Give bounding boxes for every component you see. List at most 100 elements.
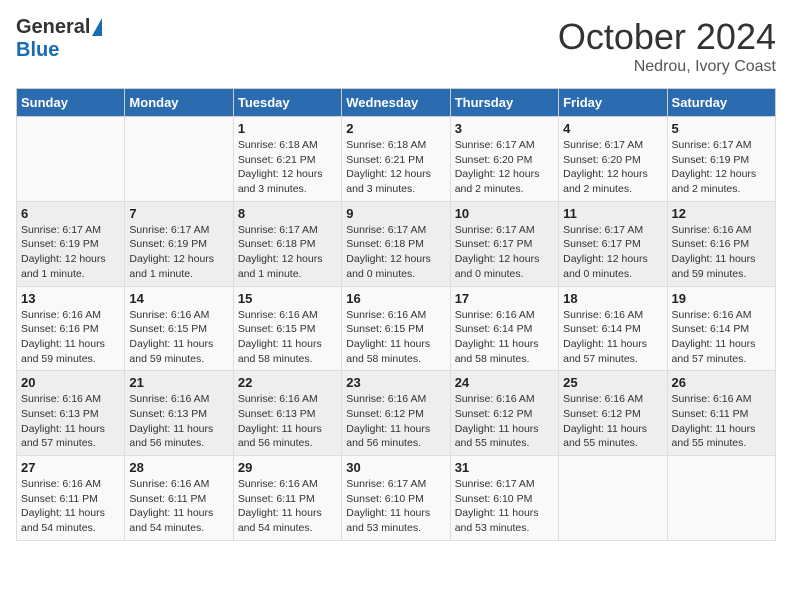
calendar-cell: 26 Sunrise: 6:16 AM Sunset: 6:11 PM Dayli… [667, 371, 775, 456]
day-number: 6 [21, 206, 120, 221]
day-info: Sunrise: 6:16 AM Sunset: 6:12 PM Dayligh… [455, 392, 554, 451]
day-number: 28 [129, 460, 228, 475]
day-info: Sunrise: 6:16 AM Sunset: 6:15 PM Dayligh… [129, 308, 228, 367]
location-subtitle: Nedrou, Ivory Coast [558, 58, 776, 76]
day-info: Sunrise: 6:16 AM Sunset: 6:11 PM Dayligh… [21, 477, 120, 536]
day-info: Sunrise: 6:17 AM Sunset: 6:10 PM Dayligh… [455, 477, 554, 536]
day-info: Sunrise: 6:16 AM Sunset: 6:11 PM Dayligh… [672, 392, 771, 451]
calendar-week-row: 6 Sunrise: 6:17 AM Sunset: 6:19 PM Daylig… [17, 201, 776, 286]
day-info: Sunrise: 6:16 AM Sunset: 6:16 PM Dayligh… [21, 308, 120, 367]
day-info: Sunrise: 6:16 AM Sunset: 6:14 PM Dayligh… [455, 308, 554, 367]
calendar-day-header: Monday [125, 89, 233, 117]
day-info: Sunrise: 6:17 AM Sunset: 6:17 PM Dayligh… [455, 223, 554, 282]
day-number: 1 [238, 121, 337, 136]
calendar-cell: 27 Sunrise: 6:16 AM Sunset: 6:11 PM Dayli… [17, 456, 125, 541]
calendar-week-row: 20 Sunrise: 6:16 AM Sunset: 6:13 PM Dayli… [17, 371, 776, 456]
day-info: Sunrise: 6:16 AM Sunset: 6:12 PM Dayligh… [563, 392, 662, 451]
day-number: 26 [672, 375, 771, 390]
day-number: 9 [346, 206, 445, 221]
calendar-cell: 13 Sunrise: 6:16 AM Sunset: 6:16 PM Dayli… [17, 286, 125, 371]
calendar-cell: 11Sunrise: 6:17 AM Sunset: 6:17 PM Dayli… [559, 201, 667, 286]
calendar-cell: 2 Sunrise: 6:18 AM Sunset: 6:21 PM Daylig… [342, 117, 450, 202]
calendar-week-row: 1 Sunrise: 6:18 AM Sunset: 6:21 PM Daylig… [17, 117, 776, 202]
calendar-cell: 20 Sunrise: 6:16 AM Sunset: 6:13 PM Dayli… [17, 371, 125, 456]
calendar-cell: 31 Sunrise: 6:17 AM Sunset: 6:10 PM Dayli… [450, 456, 558, 541]
day-info: Sunrise: 6:17 AM Sunset: 6:20 PM Dayligh… [563, 138, 662, 197]
day-number: 30 [346, 460, 445, 475]
day-info: Sunrise: 6:17 AM Sunset: 6:18 PM Dayligh… [346, 223, 445, 282]
calendar-cell: 12Sunrise: 6:16 AM Sunset: 6:16 PM Dayli… [667, 201, 775, 286]
calendar-cell [667, 456, 775, 541]
calendar-day-header: Tuesday [233, 89, 341, 117]
day-number: 2 [346, 121, 445, 136]
calendar-cell: 3 Sunrise: 6:17 AM Sunset: 6:20 PM Daylig… [450, 117, 558, 202]
calendar-day-header: Friday [559, 89, 667, 117]
calendar-day-header: Saturday [667, 89, 775, 117]
day-number: 15 [238, 291, 337, 306]
calendar-cell: 19Sunrise: 6:16 AM Sunset: 6:14 PM Dayli… [667, 286, 775, 371]
day-number: 31 [455, 460, 554, 475]
day-number: 18 [563, 291, 662, 306]
day-number: 20 [21, 375, 120, 390]
calendar-day-header: Sunday [17, 89, 125, 117]
calendar-day-header: Thursday [450, 89, 558, 117]
calendar-cell [125, 117, 233, 202]
calendar-cell: 28 Sunrise: 6:16 AM Sunset: 6:11 PM Dayli… [125, 456, 233, 541]
calendar-cell: 18 Sunrise: 6:16 AM Sunset: 6:14 PM Dayli… [559, 286, 667, 371]
day-number: 5 [672, 121, 771, 136]
calendar-cell: 21Sunrise: 6:16 AM Sunset: 6:13 PM Dayli… [125, 371, 233, 456]
calendar-cell: 29Sunrise: 6:16 AM Sunset: 6:11 PM Dayli… [233, 456, 341, 541]
day-info: Sunrise: 6:17 AM Sunset: 6:10 PM Dayligh… [346, 477, 445, 536]
day-info: Sunrise: 6:17 AM Sunset: 6:19 PM Dayligh… [21, 223, 120, 282]
day-info: Sunrise: 6:16 AM Sunset: 6:13 PM Dayligh… [21, 392, 120, 451]
day-info: Sunrise: 6:18 AM Sunset: 6:21 PM Dayligh… [346, 138, 445, 197]
day-number: 8 [238, 206, 337, 221]
day-number: 27 [21, 460, 120, 475]
day-number: 16 [346, 291, 445, 306]
calendar-cell: 1 Sunrise: 6:18 AM Sunset: 6:21 PM Daylig… [233, 117, 341, 202]
calendar-cell: 10 Sunrise: 6:17 AM Sunset: 6:17 PM Dayli… [450, 201, 558, 286]
day-info: Sunrise: 6:17 AM Sunset: 6:17 PM Dayligh… [563, 223, 662, 282]
calendar-cell: 23Sunrise: 6:16 AM Sunset: 6:12 PM Dayli… [342, 371, 450, 456]
day-info: Sunrise: 6:16 AM Sunset: 6:13 PM Dayligh… [129, 392, 228, 451]
logo-blue-text: Blue [16, 39, 59, 62]
calendar-week-row: 13 Sunrise: 6:16 AM Sunset: 6:16 PM Dayli… [17, 286, 776, 371]
day-number: 29 [238, 460, 337, 475]
day-number: 12 [672, 206, 771, 221]
calendar-cell: 25 Sunrise: 6:16 AM Sunset: 6:12 PM Dayli… [559, 371, 667, 456]
day-info: Sunrise: 6:17 AM Sunset: 6:19 PM Dayligh… [672, 138, 771, 197]
calendar-cell: 24 Sunrise: 6:16 AM Sunset: 6:12 PM Dayli… [450, 371, 558, 456]
day-number: 13 [21, 291, 120, 306]
calendar-cell: 17Sunrise: 6:16 AM Sunset: 6:14 PM Dayli… [450, 286, 558, 371]
month-title: October 2024 [558, 16, 776, 58]
day-info: Sunrise: 6:16 AM Sunset: 6:14 PM Dayligh… [672, 308, 771, 367]
logo-triangle-icon [92, 18, 102, 36]
day-number: 10 [455, 206, 554, 221]
calendar-cell: 8Sunrise: 6:17 AM Sunset: 6:18 PM Daylig… [233, 201, 341, 286]
day-info: Sunrise: 6:17 AM Sunset: 6:19 PM Dayligh… [129, 223, 228, 282]
calendar-cell: 9 Sunrise: 6:17 AM Sunset: 6:18 PM Daylig… [342, 201, 450, 286]
calendar-cell [559, 456, 667, 541]
calendar-header-row: SundayMondayTuesdayWednesdayThursdayFrid… [17, 89, 776, 117]
calendar-cell: 7Sunrise: 6:17 AM Sunset: 6:19 PM Daylig… [125, 201, 233, 286]
calendar-cell: 22Sunrise: 6:16 AM Sunset: 6:13 PM Dayli… [233, 371, 341, 456]
calendar-cell: 5 Sunrise: 6:17 AM Sunset: 6:19 PM Daylig… [667, 117, 775, 202]
day-number: 22 [238, 375, 337, 390]
title-block: October 2024 Nedrou, Ivory Coast [558, 16, 776, 76]
logo-general-text: General [16, 16, 90, 39]
calendar-cell: 14Sunrise: 6:16 AM Sunset: 6:15 PM Dayli… [125, 286, 233, 371]
day-info: Sunrise: 6:16 AM Sunset: 6:11 PM Dayligh… [129, 477, 228, 536]
calendar-cell [17, 117, 125, 202]
day-info: Sunrise: 6:16 AM Sunset: 6:15 PM Dayligh… [346, 308, 445, 367]
page-header: General Blue October 2024 Nedrou, Ivory … [16, 16, 776, 76]
calendar-week-row: 27 Sunrise: 6:16 AM Sunset: 6:11 PM Dayli… [17, 456, 776, 541]
day-number: 24 [455, 375, 554, 390]
day-number: 3 [455, 121, 554, 136]
day-number: 25 [563, 375, 662, 390]
day-info: Sunrise: 6:17 AM Sunset: 6:20 PM Dayligh… [455, 138, 554, 197]
day-info: Sunrise: 6:18 AM Sunset: 6:21 PM Dayligh… [238, 138, 337, 197]
day-info: Sunrise: 6:16 AM Sunset: 6:14 PM Dayligh… [563, 308, 662, 367]
calendar-day-header: Wednesday [342, 89, 450, 117]
logo: General Blue [16, 16, 102, 62]
day-number: 4 [563, 121, 662, 136]
